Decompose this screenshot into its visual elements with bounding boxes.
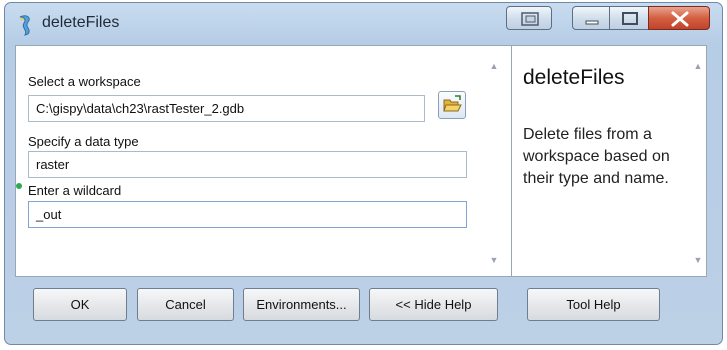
- ok-button[interactable]: OK: [33, 288, 127, 321]
- wildcard-field[interactable]: _out: [28, 201, 467, 228]
- maximize-button[interactable]: [609, 6, 649, 30]
- python-script-icon: [16, 14, 36, 36]
- help-scroll-down-arrow-icon[interactable]: ▼: [693, 256, 703, 265]
- datatype-label: Specify a data type: [28, 134, 139, 149]
- required-indicator-icon: [16, 183, 22, 189]
- hide-help-button[interactable]: << Hide Help: [369, 288, 498, 321]
- window-title: deleteFiles: [42, 14, 120, 31]
- help-description: Delete files from a workspace based on t…: [523, 126, 670, 187]
- scroll-up-arrow-icon[interactable]: ▲: [489, 62, 499, 71]
- tool-help-button[interactable]: Tool Help: [527, 288, 660, 321]
- workspace-field[interactable]: C:\gispy\data\ch23\rastTester_2.gdb: [28, 95, 425, 122]
- maximize-icon: [622, 12, 638, 25]
- minimize-button[interactable]: [572, 6, 610, 30]
- minimize-icon: [585, 20, 599, 25]
- help-scroll-up-arrow-icon[interactable]: ▲: [693, 62, 703, 71]
- workspace-label: Select a workspace: [28, 74, 141, 89]
- restore-tool-button[interactable]: [506, 6, 552, 30]
- window-restore-icon: [521, 12, 539, 26]
- cancel-button[interactable]: Cancel: [137, 288, 234, 321]
- environments-button[interactable]: Environments...: [243, 288, 360, 321]
- close-button[interactable]: [648, 6, 710, 30]
- help-title: deleteFiles: [523, 66, 625, 89]
- wildcard-label: Enter a wildcard: [28, 183, 122, 198]
- close-icon: [671, 11, 689, 27]
- datatype-field[interactable]: raster: [28, 151, 467, 178]
- folder-open-icon: [443, 95, 462, 112]
- scroll-down-arrow-icon[interactable]: ▼: [489, 256, 499, 265]
- browse-button[interactable]: [438, 91, 466, 119]
